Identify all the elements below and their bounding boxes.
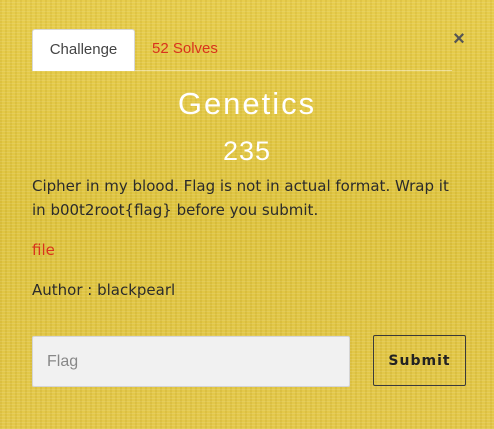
tab-bar: Challenge 52 Solves [32, 29, 452, 71]
file-link[interactable]: file [32, 238, 55, 262]
challenge-description: Cipher in my blood. Flag is not in actua… [32, 177, 449, 219]
flag-input[interactable] [32, 336, 350, 387]
challenge-points: 235 [222, 136, 272, 166]
challenge-modal: Challenge 52 Solves × Genetics 235 Ciphe… [0, 0, 494, 429]
tab-solves[interactable]: 52 Solves [136, 29, 234, 71]
tab-challenge[interactable]: Challenge [32, 29, 135, 71]
submit-button[interactable]: Submit [373, 335, 466, 386]
close-icon[interactable]: × [451, 28, 467, 50]
challenge-author: Author : blackpearl [32, 281, 176, 299]
challenge-title: Genetics [177, 86, 317, 121]
